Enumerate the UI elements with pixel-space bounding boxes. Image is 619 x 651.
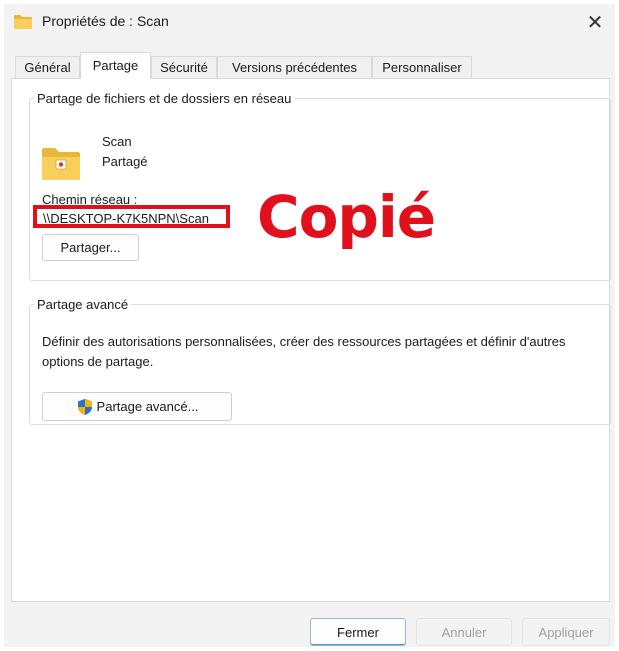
advanced-sharing-group: Partage avancé Définir des autorisations…	[29, 297, 611, 425]
tab-security[interactable]: Sécurité	[151, 56, 217, 78]
advanced-sharing-button[interactable]: Partage avancé...	[42, 392, 232, 421]
share-button-label: Partager...	[60, 240, 121, 255]
tab-previous-versions[interactable]: Versions précédentes	[217, 56, 372, 78]
network-path-value[interactable]: \\DESKTOP-K7K5NPN\Scan	[33, 205, 230, 228]
window-title: Propriétés de : Scan	[42, 13, 169, 29]
sharing-panel: Partage de fichiers et de dossiers en ré…	[11, 78, 611, 602]
apply-button[interactable]: Appliquer	[522, 618, 610, 646]
copied-annotation: Copié	[257, 183, 436, 251]
share-status: Partagé	[102, 154, 148, 169]
tab-sharing[interactable]: Partage	[80, 52, 151, 79]
tab-customize[interactable]: Personnaliser	[372, 56, 472, 78]
close-button-label: Fermer	[337, 624, 379, 640]
cancel-button[interactable]: Annuler	[416, 618, 512, 646]
apply-button-label: Appliquer	[538, 624, 594, 640]
network-sharing-title: Partage de fichiers et de dossiers en ré…	[37, 91, 292, 106]
shared-folder-name: Scan	[102, 134, 132, 149]
shared-folder-icon	[42, 148, 80, 180]
title-bar: Propriétés de : Scan ✕	[4, 4, 615, 38]
close-button[interactable]: Fermer	[310, 618, 406, 646]
advanced-sharing-title: Partage avancé	[37, 297, 129, 312]
close-icon: ✕	[586, 11, 604, 34]
shield-icon	[77, 398, 92, 415]
properties-dialog: Propriétés de : Scan ✕ Général Partage S…	[4, 4, 615, 647]
cancel-button-label: Annuler	[441, 624, 487, 640]
tab-general[interactable]: Général	[15, 56, 80, 78]
close-window-button[interactable]: ✕	[581, 8, 609, 36]
folder-icon	[14, 15, 32, 29]
advanced-sharing-button-label: Partage avancé...	[96, 399, 199, 414]
advanced-sharing-description: Définir des autorisations personnalisées…	[42, 334, 566, 369]
share-button[interactable]: Partager...	[42, 234, 139, 261]
